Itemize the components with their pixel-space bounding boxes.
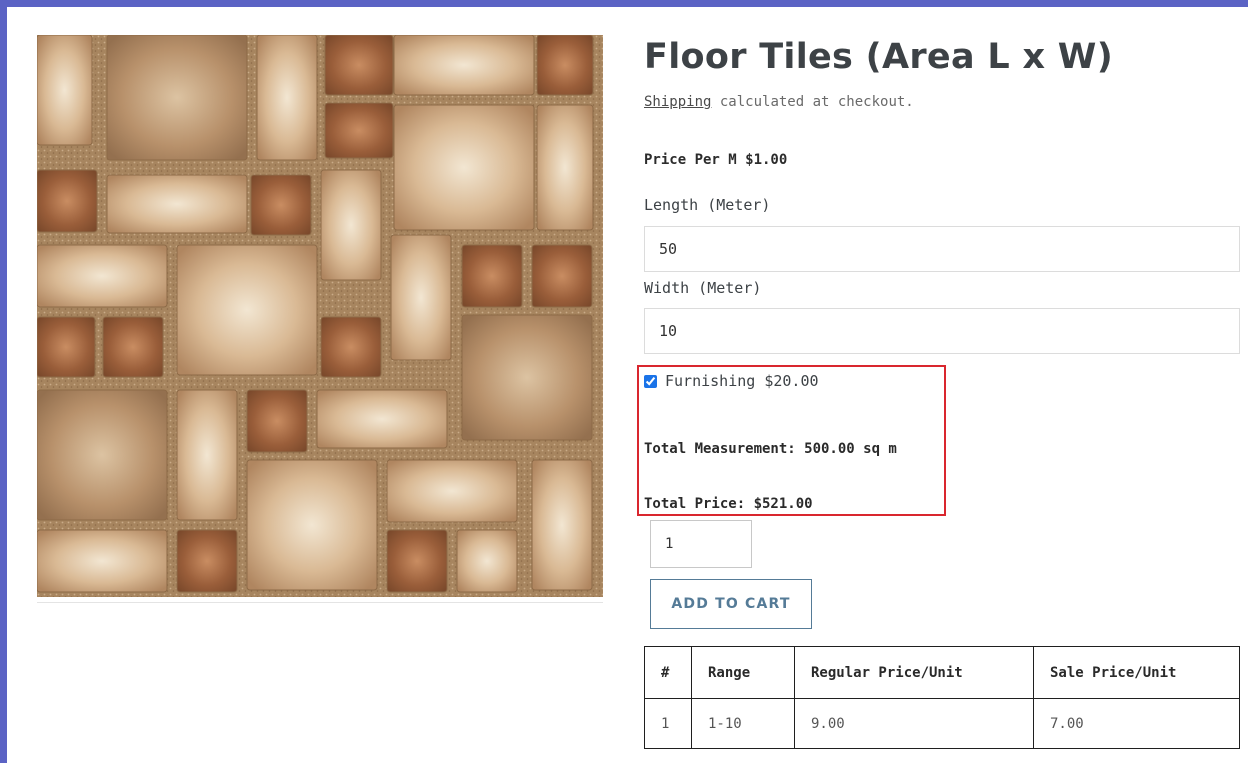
total-price: Total Price: $521.00 bbox=[644, 496, 813, 512]
tile-17 bbox=[176, 244, 318, 376]
width-label: Width (Meter) bbox=[644, 279, 762, 297]
price-per-meter: Price Per M $1.00 bbox=[644, 152, 788, 168]
tile-9 bbox=[37, 169, 98, 233]
width-input[interactable] bbox=[644, 308, 1240, 354]
add-to-cart-button[interactable]: ADD TO CART bbox=[650, 579, 812, 629]
tile-5 bbox=[393, 35, 535, 96]
tile-13 bbox=[390, 234, 452, 361]
tile-12 bbox=[320, 169, 382, 281]
tile-31 bbox=[386, 529, 448, 593]
furnishing-option[interactable]: Furnishing $20.00 bbox=[644, 372, 819, 390]
table-cell: 9.00 bbox=[794, 698, 1034, 749]
table-row: 1 1-10 9.00 7.00 bbox=[644, 698, 1240, 749]
tile-14 bbox=[461, 244, 523, 308]
tile-4 bbox=[324, 102, 394, 159]
tile-10 bbox=[106, 174, 248, 234]
tile-6 bbox=[536, 35, 594, 96]
tile-18 bbox=[37, 316, 96, 378]
tile-22 bbox=[37, 389, 168, 521]
tile-16 bbox=[37, 244, 168, 308]
tile-28 bbox=[531, 459, 593, 591]
price-table: # Range Regular Price/Unit Sale Price/Un… bbox=[644, 646, 1240, 749]
product-title: Floor Tiles (Area L x W) bbox=[644, 37, 1114, 77]
product-page: Floor Tiles (Area L x W) Shipping calcul… bbox=[7, 7, 1248, 770]
furnishing-label: Furnishing $20.00 bbox=[665, 372, 819, 390]
tile-0 bbox=[37, 35, 93, 146]
tile-pattern-image bbox=[37, 35, 603, 597]
tile-24 bbox=[246, 389, 308, 453]
tile-29 bbox=[37, 529, 168, 593]
tile-15 bbox=[531, 244, 593, 308]
tile-7 bbox=[393, 104, 535, 231]
tile-26 bbox=[246, 459, 378, 591]
tile-19 bbox=[102, 316, 164, 378]
length-input[interactable] bbox=[644, 226, 1240, 272]
column-header: Range bbox=[691, 646, 795, 699]
length-label: Length (Meter) bbox=[644, 196, 771, 214]
shipping-note: Shipping calculated at checkout. bbox=[644, 94, 914, 110]
total-measurement: Total Measurement: 500.00 sq m bbox=[644, 441, 897, 457]
tile-11 bbox=[250, 174, 312, 236]
table-cell: 1-10 bbox=[691, 698, 795, 749]
table-cell: 1 bbox=[644, 698, 692, 749]
shipping-note-text: calculated at checkout. bbox=[711, 94, 914, 110]
tile-8 bbox=[536, 104, 594, 231]
column-header: # bbox=[644, 646, 692, 699]
tile-1 bbox=[106, 35, 248, 161]
quantity-input[interactable] bbox=[650, 520, 752, 568]
image-divider bbox=[37, 602, 603, 603]
tile-3 bbox=[324, 35, 394, 96]
column-header: Regular Price/Unit bbox=[794, 646, 1034, 699]
shipping-link[interactable]: Shipping bbox=[644, 94, 711, 110]
tile-2 bbox=[256, 35, 318, 161]
tile-27 bbox=[386, 459, 518, 523]
tile-30 bbox=[176, 529, 238, 593]
column-header: Sale Price/Unit bbox=[1033, 646, 1240, 699]
product-image[interactable] bbox=[37, 35, 603, 597]
tile-23 bbox=[176, 389, 238, 521]
furnishing-checkbox[interactable] bbox=[644, 374, 657, 388]
tile-25 bbox=[316, 389, 448, 449]
table-cell: 7.00 bbox=[1033, 698, 1240, 749]
tile-32 bbox=[456, 529, 518, 593]
tile-21 bbox=[461, 314, 593, 441]
table-header-row: # Range Regular Price/Unit Sale Price/Un… bbox=[644, 646, 1240, 699]
tile-20 bbox=[320, 316, 382, 378]
